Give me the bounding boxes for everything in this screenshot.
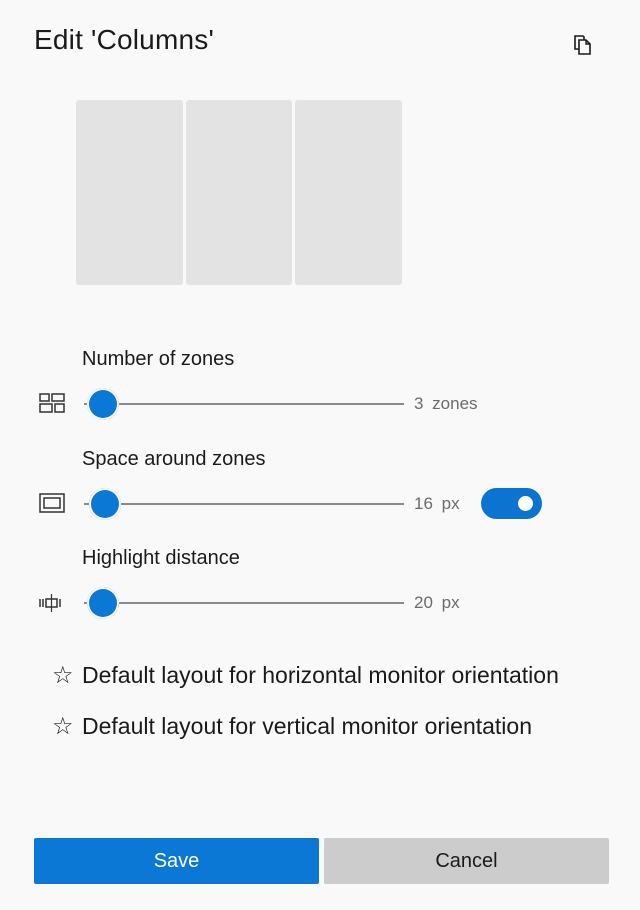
slider-track xyxy=(84,602,404,604)
default-vertical-label: Default layout for vertical monitor orie… xyxy=(82,713,532,739)
zones-label: Number of zones xyxy=(82,348,235,370)
toggle-knob xyxy=(518,496,533,511)
slider-thumb[interactable] xyxy=(88,488,121,520)
edit-layout-dialog: Edit 'Columns' Number of zones 3 zones S… xyxy=(0,0,640,910)
duplicate-icon xyxy=(571,33,595,62)
slider-track xyxy=(84,503,404,505)
preview-zone xyxy=(185,100,293,285)
space-slider[interactable] xyxy=(84,488,404,520)
preview-zone xyxy=(76,100,183,285)
star-outline-icon[interactable]: ☆ xyxy=(52,663,82,688)
cancel-button[interactable]: Cancel xyxy=(324,838,609,884)
dialog-title: Edit 'Columns' xyxy=(34,24,215,55)
highlight-slider[interactable] xyxy=(84,587,404,619)
space-label: Space around zones xyxy=(82,448,266,470)
star-outline-icon[interactable]: ☆ xyxy=(52,714,82,739)
space-toggle[interactable] xyxy=(481,488,542,519)
preview-zone xyxy=(295,100,403,285)
default-horizontal-option[interactable]: ☆ Default layout for horizontal monitor … xyxy=(52,662,559,689)
default-horizontal-label: Default layout for horizontal monitor or… xyxy=(82,662,559,688)
highlight-value: 20 px xyxy=(414,593,460,612)
highlight-distance-icon xyxy=(38,592,66,614)
slider-track xyxy=(84,403,404,405)
space-value: 16 px xyxy=(414,494,460,513)
highlight-label: Highlight distance xyxy=(82,547,240,569)
slider-thumb[interactable] xyxy=(87,388,120,420)
duplicate-layout-button[interactable] xyxy=(566,30,600,64)
zones-grid-icon xyxy=(38,392,66,414)
layout-preview xyxy=(76,100,403,285)
slider-thumb[interactable] xyxy=(87,587,120,619)
zones-slider[interactable] xyxy=(84,388,404,420)
default-vertical-option[interactable]: ☆ Default layout for vertical monitor or… xyxy=(52,713,532,740)
zones-value: 3 zones xyxy=(414,394,478,413)
space-frame-icon xyxy=(38,492,66,514)
save-button[interactable]: Save xyxy=(34,838,319,884)
